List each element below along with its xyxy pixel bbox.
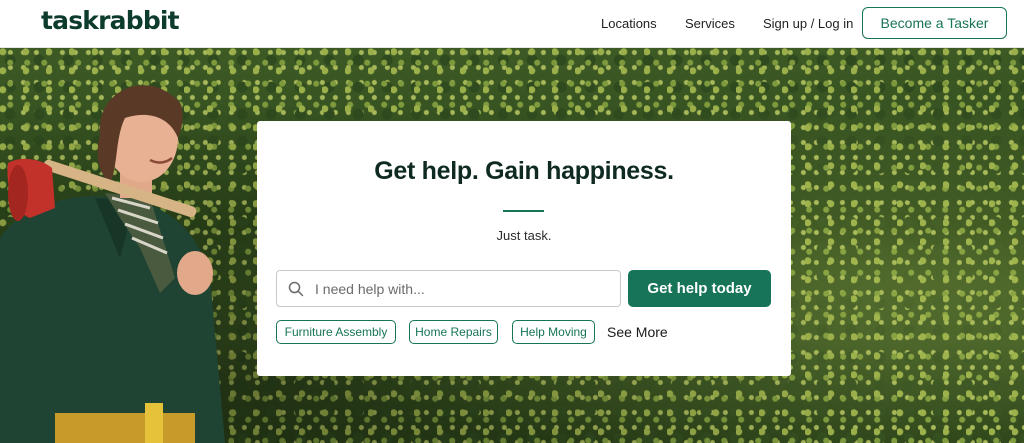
chip-help-moving[interactable]: Help Moving: [512, 320, 595, 344]
chip-home-repairs[interactable]: Home Repairs: [409, 320, 498, 344]
headline-divider: [503, 210, 544, 212]
hero-search-card: Get help. Gain happiness. Just task. Get…: [257, 121, 791, 376]
nav-signup-login-link[interactable]: Sign up / Log in: [763, 16, 853, 31]
task-search-box[interactable]: [276, 270, 621, 307]
nav-locations-link[interactable]: Locations: [601, 16, 657, 31]
hero-background: Get help. Gain happiness. Just task. Get…: [0, 48, 1024, 443]
search-icon: [288, 281, 304, 297]
hero-tagline: Just task.: [496, 228, 552, 243]
task-search-input[interactable]: [315, 271, 615, 306]
tasker-person-image: [0, 85, 225, 443]
top-nav-bar: taskrabbit Locations Services Sign up / …: [0, 0, 1024, 48]
chip-furniture-assembly[interactable]: Furniture Assembly: [276, 320, 396, 344]
nav-services-link[interactable]: Services: [685, 16, 735, 31]
hero-headline: Get help. Gain happiness.: [374, 157, 674, 185]
taskrabbit-logo[interactable]: taskrabbit: [41, 6, 180, 35]
get-help-today-button[interactable]: Get help today: [628, 270, 771, 307]
see-more-link[interactable]: See More: [607, 324, 668, 340]
become-a-tasker-button[interactable]: Become a Tasker: [862, 7, 1007, 39]
